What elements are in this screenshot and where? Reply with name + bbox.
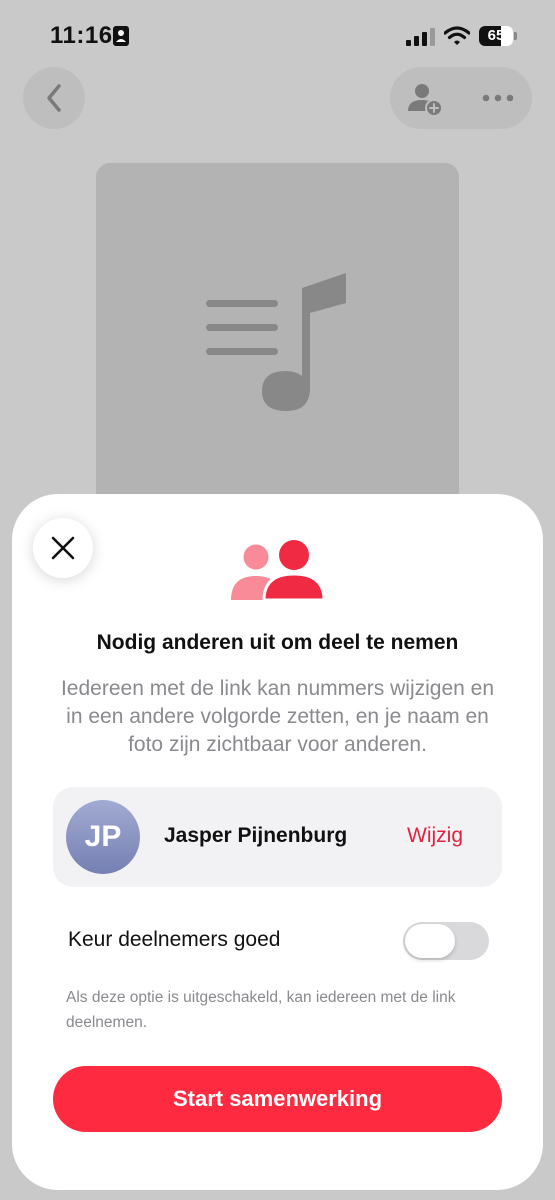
sheet-title: Nodig anderen uit om deel te nemen — [96, 631, 459, 654]
status-bar: 11:16 65 — [0, 0, 555, 72]
wifi-icon — [444, 26, 470, 45]
id-card-icon — [113, 26, 129, 46]
people-icon — [231, 540, 326, 602]
user-name: Jasper Pijnenburg — [164, 824, 348, 847]
helper-text: Als deze optie is uitgeschakeld, kan ied… — [66, 989, 456, 1031]
cellular-signal-icon — [406, 28, 435, 46]
ellipsis-icon[interactable] — [482, 94, 514, 102]
status-time: 11:16 — [50, 22, 113, 49]
approve-participants-label: Keur deelnemers goed — [68, 928, 281, 951]
header-actions — [390, 67, 532, 129]
approve-participants-toggle[interactable] — [403, 922, 489, 960]
chevron-left-icon — [47, 84, 61, 112]
toggle-knob — [405, 924, 455, 958]
avatar: JP — [66, 800, 140, 874]
user-card: JP Jasper Pijnenburg Wijzig — [53, 787, 502, 887]
change-button[interactable]: Wijzig — [407, 824, 463, 848]
battery-level-text: 65 — [487, 27, 505, 44]
close-icon — [51, 536, 75, 560]
start-collaboration-button[interactable]: Start samenwerking — [53, 1066, 502, 1132]
music-list-icon — [206, 273, 346, 411]
invite-sheet: Nodig anderen uit om deel te nemen Ieder… — [12, 494, 543, 1190]
back-button[interactable] — [23, 67, 85, 129]
battery-indicator: 65 — [479, 26, 519, 46]
close-button[interactable] — [33, 518, 93, 578]
person-add-icon[interactable] — [408, 83, 444, 117]
sheet-description: Iedereen met de link kan nummers wijzige… — [60, 677, 495, 756]
